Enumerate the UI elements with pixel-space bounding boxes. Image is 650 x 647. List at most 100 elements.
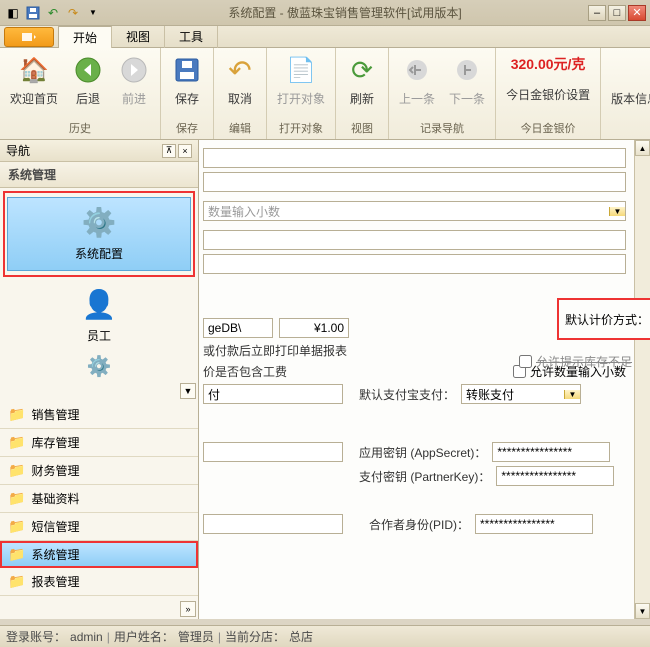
open-icon: 📄 [285,54,317,86]
chevron-down-icon[interactable]: ▼ [564,390,580,399]
appsecret-label: 应用密钥 (AppSecret)： [359,444,486,461]
window-title: 系统配置 - 傲蓝珠宝销售管理软件[试用版本] [102,4,588,21]
nav-big-sysconfig[interactable]: ⚙️ 系统配置 [7,197,191,271]
folder-icon: 📁 [8,434,25,451]
home-icon: 🏠 [18,54,50,86]
quick-access-toolbar: ◧ ↶ ↷ ▼ [4,4,102,22]
gears-icon: ⚙️ [87,354,112,379]
input-blank3[interactable] [203,442,343,462]
input-blank4[interactable] [203,514,343,534]
ribbon-group-goldprice: 320.00元/克今日金银价设置 今日金银价 [496,48,601,139]
ribbon-group-version: 版本信息 [601,48,650,139]
config-form: 数量输入小数▼ 或付款后立即打印单据报表 价是否包含工费 允许数量输入小数 默认… [199,140,634,542]
nav-scroll-down-icon[interactable]: ▼ [180,383,196,399]
qat-save-icon[interactable] [24,4,42,22]
scroll-down-icon[interactable]: ▼ [635,603,650,619]
titlebar: ◧ ↶ ↷ ▼ 系统配置 - 傲蓝珠宝销售管理软件[试用版本] ‒ □ ✕ [0,0,650,26]
next-record-button[interactable]: 下一条 [443,50,491,111]
nav-big-items: ⚙️ 系统配置 [3,191,195,277]
nav-cat-sms[interactable]: 📁短信管理 [0,513,198,541]
undo-icon: ↶ [224,54,256,86]
tab-start[interactable]: 开始 [58,26,112,48]
refresh-button[interactable]: ⟳刷新 [340,50,384,111]
nav-cat-basedata[interactable]: 📁基础资料 [0,485,198,513]
status-branch: 总店 [289,628,313,645]
main-content: ▲▼ 数量输入小数▼ 或付款后立即打印单据报表 价是否包含工费 允许数量输入小数… [199,140,650,619]
prev-icon [401,54,433,86]
nav-big-gears[interactable]: ⚙️ [0,352,198,381]
folder-icon: 📁 [8,546,25,563]
ribbon-group-view: ⟳刷新 视图 [336,48,389,139]
status-account-label: 登录账号： [6,628,66,645]
status-account: admin [70,630,103,644]
menubar: 开始 视图 工具 [0,26,650,48]
partnerkey-label: 支付密钥 (PartnerKey)： [359,468,490,485]
ribbon-group-edit: ↶取消 编辑 [214,48,267,139]
prev-record-button[interactable]: 上一条 [393,50,441,111]
text-labor: 价是否包含工费 [203,363,287,380]
nav-cat-finance[interactable]: 📁财务管理 [0,457,198,485]
partnerkey-input[interactable] [496,466,614,486]
tab-view[interactable]: 视图 [112,26,165,48]
nav-cat-sysmgmt[interactable]: 📁系统管理 [0,541,198,568]
appsecret-input[interactable] [492,442,610,462]
combo-decimal[interactable]: 数量输入小数▼ [203,201,626,221]
input-top1[interactable] [203,148,626,168]
folder-icon: 📁 [8,406,25,423]
nav-cat-sales[interactable]: 📁销售管理 [0,401,198,429]
input-blank2[interactable] [203,254,626,274]
cancel-button[interactable]: ↶取消 [218,50,262,111]
chevron-down-icon[interactable]: ▼ [609,207,625,216]
tab-tools[interactable]: 工具 [165,26,218,48]
close-button[interactable]: ✕ [628,5,646,21]
nav-expand-icon[interactable]: » [180,601,196,617]
pay-input[interactable] [203,384,343,404]
save-button[interactable]: 保存 [165,50,209,111]
status-user-label: 用户姓名： [114,628,174,645]
ribbon: 🏠欢迎首页 后退 前进 历史 保存 保存 ↶取消 编辑 📄打开对象 打开对象 ⟳… [0,48,650,140]
nav-pin-icon[interactable]: ⊼ [162,144,176,158]
db-path-input[interactable] [203,318,273,338]
nav-section-sysmgmt: 系统管理 [0,162,198,188]
home-button[interactable]: 🏠欢迎首页 [4,50,64,111]
save-icon [171,54,203,86]
gold-price-button[interactable]: 320.00元/克今日金银价设置 [500,50,596,107]
back-icon [72,54,104,86]
alipay-label: 默认支付宝支付： [359,386,455,403]
refresh-icon: ⟳ [346,54,378,86]
forward-button[interactable]: 前进 [112,50,156,111]
nav-big-employee[interactable]: 👤 员工 [0,280,198,352]
qat-redo-icon[interactable]: ↷ [64,4,82,22]
ribbon-group-history: 🏠欢迎首页 后退 前进 历史 [0,48,161,139]
chk-stock-warning[interactable]: 允许提示库存不足 [519,353,632,370]
scroll-up-icon[interactable]: ▲ [635,140,650,156]
qat-undo-icon[interactable]: ↶ [44,4,62,22]
forward-icon [118,54,150,86]
maximize-button[interactable]: □ [608,5,626,21]
open-object-button[interactable]: 📄打开对象 [271,50,331,111]
alipay-combo[interactable]: 转账支付▼ [461,384,581,404]
back-button[interactable]: 后退 [66,50,110,111]
nav-cat-stock[interactable]: 📁库存管理 [0,429,198,457]
status-user: 管理员 [178,628,214,645]
gear-icon: ⚙️ [82,206,117,239]
pricing-label: 默认计价方式： [565,311,649,328]
price-input[interactable] [279,318,349,338]
nav-title: 导航 [6,142,30,159]
nav-cat-reports[interactable]: 📁报表管理 [0,568,198,596]
nav-close-icon[interactable]: × [178,144,192,158]
qat-app-icon[interactable]: ◧ [4,4,22,22]
scrollbar[interactable]: ▲▼ [634,140,650,619]
app-menu-button[interactable] [4,27,54,47]
folder-icon: 📁 [8,518,25,535]
window-buttons: ‒ □ ✕ [588,5,646,21]
folder-icon: 📁 [8,462,25,479]
input-blank1[interactable] [203,230,626,250]
input-top2[interactable] [203,172,626,192]
nav-header: 导航 ⊼× [0,140,198,162]
pid-input[interactable] [475,514,593,534]
version-info-button[interactable]: 版本信息 [605,50,650,111]
minimize-button[interactable]: ‒ [588,5,606,21]
qat-dropdown-icon[interactable]: ▼ [84,4,102,22]
pid-label: 合作者身份(PID)： [369,516,469,533]
